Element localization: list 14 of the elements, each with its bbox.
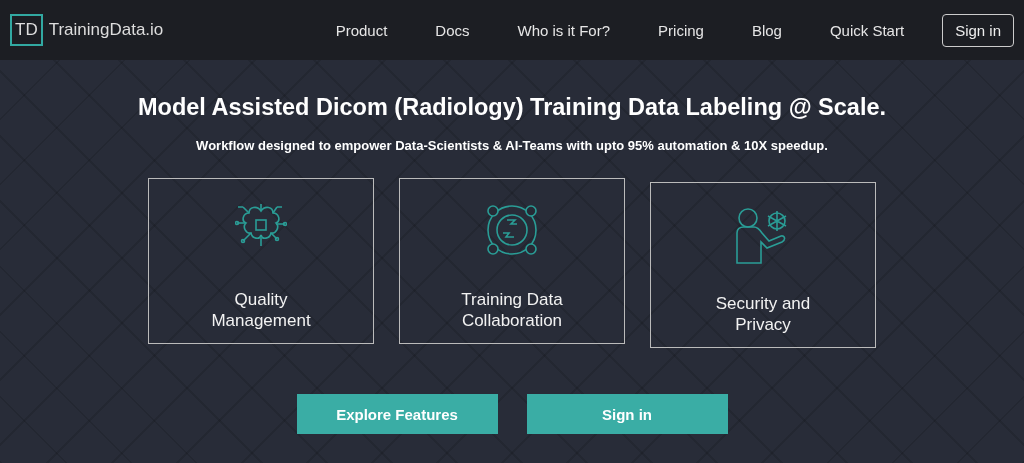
hero-title: Model Assisted Dicom (Radiology) Training Data Labeling @ Scale. — [137, 94, 887, 121]
logo-mark[interactable]: TD — [10, 14, 43, 46]
feature-title: Security and Privacy — [715, 293, 811, 335]
sign-in-button[interactable]: Sign in — [942, 13, 1014, 47]
feature-title: Training Data Collaboration — [461, 289, 563, 331]
hero-subtitle: Workflow designed to empower Data-Scientists & AI-Teams with upto 95% automation & 10X speedup. — [196, 138, 828, 153]
nav-link[interactable]: Pricing — [634, 21, 728, 39]
nav-link[interactable]: Who is it For? — [493, 21, 635, 39]
site-name[interactable]: TrainingData.io — [48, 20, 164, 40]
nav-link[interactable]: Blog — [727, 21, 806, 39]
nav-link[interactable]: Docs — [411, 21, 494, 39]
nav-link[interactable]: Product — [311, 21, 412, 39]
nav-link[interactable]: Quick Start — [805, 21, 929, 39]
feature-title: Quality Management — [211, 289, 311, 331]
